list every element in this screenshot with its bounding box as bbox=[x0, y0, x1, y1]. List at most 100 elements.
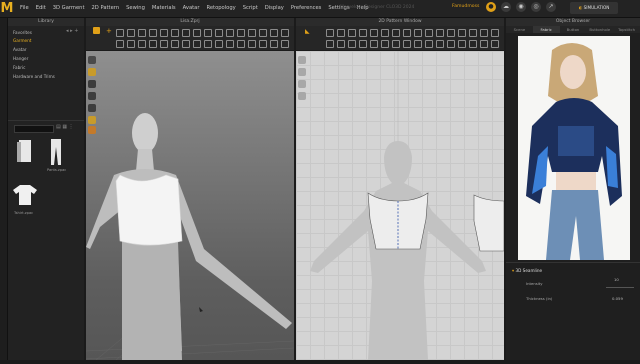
3d-toolbar-tool-icon[interactable] bbox=[281, 40, 289, 48]
pattern-color-icon[interactable] bbox=[298, 68, 306, 76]
3d-toolbar-tool-icon[interactable] bbox=[237, 29, 245, 37]
tab-fabric[interactable]: Fabric bbox=[532, 26, 560, 33]
tshirt-thumbnail[interactable] bbox=[12, 183, 38, 207]
folder-thumbnail[interactable] bbox=[16, 138, 36, 166]
2d-toolbar-tool-icon[interactable] bbox=[458, 29, 466, 37]
menu-edit[interactable]: Edit bbox=[36, 0, 46, 17]
render-icon[interactable] bbox=[88, 126, 96, 134]
3d-toolbar-tool-icon[interactable] bbox=[226, 40, 234, 48]
2d-toolbar-tool-icon[interactable] bbox=[359, 40, 367, 48]
3d-toolbar-tool-icon[interactable] bbox=[171, 29, 179, 37]
pattern-grid-icon[interactable] bbox=[298, 92, 306, 100]
3d-toolbar-tool-icon[interactable] bbox=[116, 40, 124, 48]
menu-preferences[interactable]: Preferences bbox=[291, 0, 322, 17]
3d-toolbar-tool-icon[interactable] bbox=[248, 29, 256, 37]
pattern-info-icon[interactable] bbox=[298, 80, 306, 88]
2d-toolbar-tool-icon[interactable] bbox=[403, 40, 411, 48]
property-section[interactable]: ▾ 3D Seamline bbox=[512, 268, 542, 273]
3d-toolbar-tool-icon[interactable] bbox=[138, 29, 146, 37]
notification-icon[interactable]: ● bbox=[486, 2, 496, 12]
pattern-visibility-icon[interactable] bbox=[298, 56, 306, 64]
2d-toolbar-tool-icon[interactable] bbox=[403, 29, 411, 37]
share-icon[interactable]: ↗ bbox=[546, 2, 556, 12]
3d-toolbar-tool-icon[interactable] bbox=[248, 40, 256, 48]
pants-thumbnail[interactable] bbox=[48, 137, 64, 167]
2d-toolbar-tool-icon[interactable] bbox=[337, 29, 345, 37]
3d-toolbar-tool-icon[interactable] bbox=[149, 29, 157, 37]
tab-scene[interactable]: Scene bbox=[506, 26, 533, 33]
library-item-favorites[interactable]: Favorites bbox=[13, 30, 32, 35]
3d-toolbar-tool-icon[interactable] bbox=[215, 29, 223, 37]
menu-avatar[interactable]: Avatar bbox=[183, 0, 200, 17]
2d-toolbar-tool-icon[interactable] bbox=[447, 29, 455, 37]
library-search-input[interactable] bbox=[14, 125, 54, 133]
library-item-avatar[interactable]: Avatar bbox=[13, 47, 27, 52]
3d-toolbar-tool-icon[interactable] bbox=[160, 29, 168, 37]
avatar-display-icon[interactable] bbox=[88, 68, 96, 76]
garment-display-icon[interactable] bbox=[88, 80, 96, 88]
library-item-hardware[interactable]: Hardware and Trims bbox=[13, 74, 55, 79]
thickness-value[interactable]: 0.059 bbox=[612, 296, 623, 301]
measure-icon[interactable] bbox=[88, 104, 96, 112]
view-gizmo-icon[interactable] bbox=[88, 56, 96, 64]
2d-toolbar-tool-icon[interactable] bbox=[370, 29, 378, 37]
2d-toolbar-tool-icon[interactable] bbox=[414, 29, 422, 37]
tab-buttonhole[interactable]: Buttonhole bbox=[586, 26, 614, 33]
2d-toolbar-tool-icon[interactable] bbox=[337, 40, 345, 48]
2d-toolbar-tool-icon[interactable] bbox=[480, 29, 488, 37]
3d-toolbar-tool-icon[interactable] bbox=[127, 40, 135, 48]
3d-toolbar-tool-icon[interactable] bbox=[204, 29, 212, 37]
2d-toolbar-tool-icon[interactable] bbox=[414, 40, 422, 48]
2d-toolbar-tool-icon[interactable] bbox=[425, 29, 433, 37]
library-item-fabric[interactable]: Fabric bbox=[13, 65, 25, 70]
3d-toolbar-tool-icon[interactable] bbox=[149, 40, 157, 48]
3d-toolbar-tool-icon[interactable] bbox=[281, 29, 289, 37]
eye-icon[interactable]: ◎ bbox=[531, 2, 541, 12]
3d-toolbar-tool-icon[interactable] bbox=[215, 40, 223, 48]
menu-3d-garment[interactable]: 3D Garment bbox=[53, 0, 85, 17]
select-move-tool-icon[interactable] bbox=[93, 27, 100, 34]
3d-toolbar-tool-icon[interactable] bbox=[160, 40, 168, 48]
simulation-button[interactable]: ◐ SIMULATION bbox=[570, 2, 618, 14]
2d-toolbar-tool-icon[interactable] bbox=[326, 29, 334, 37]
menu-sewing[interactable]: Sewing bbox=[126, 0, 145, 17]
2d-toolbar-tool-icon[interactable] bbox=[480, 40, 488, 48]
3d-toolbar-tool-icon[interactable] bbox=[226, 29, 234, 37]
3d-toolbar-tool-icon[interactable] bbox=[270, 40, 278, 48]
3d-toolbar-tool-icon[interactable] bbox=[193, 40, 201, 48]
tab-topstitch[interactable]: Topstitch bbox=[613, 26, 640, 33]
2d-toolbar-tool-icon[interactable] bbox=[469, 40, 477, 48]
3d-toolbar-tool-icon[interactable] bbox=[259, 29, 267, 37]
3d-toolbar-tool-icon[interactable] bbox=[127, 29, 135, 37]
2d-toolbar-tool-icon[interactable] bbox=[491, 29, 499, 37]
2d-toolbar-tool-icon[interactable] bbox=[359, 29, 367, 37]
menu-display[interactable]: Display bbox=[265, 0, 284, 17]
intensity-value[interactable]: 10 bbox=[614, 277, 619, 282]
tab-button[interactable]: Button bbox=[559, 26, 587, 33]
library-nav-icons[interactable]: ◂ ▸ + bbox=[66, 28, 78, 34]
3d-toolbar-tool-icon[interactable] bbox=[259, 40, 267, 48]
library-item-garment[interactable]: Garment bbox=[13, 38, 31, 43]
camera-icon[interactable]: ◉ bbox=[516, 2, 526, 12]
light-icon[interactable] bbox=[88, 116, 96, 124]
3d-toolbar-tool-icon[interactable] bbox=[237, 40, 245, 48]
2d-toolbar-tool-icon[interactable] bbox=[381, 40, 389, 48]
menu-file[interactable]: File bbox=[20, 0, 29, 17]
user-name[interactable]: Famudmoss bbox=[452, 4, 479, 9]
2d-toolbar-tool-icon[interactable] bbox=[348, 29, 356, 37]
menu-retopology[interactable]: Retopology bbox=[206, 0, 235, 17]
3d-toolbar-tool-icon[interactable] bbox=[182, 40, 190, 48]
2d-toolbar-tool-icon[interactable] bbox=[458, 40, 466, 48]
3d-toolbar-tool-icon[interactable] bbox=[171, 40, 179, 48]
2d-toolbar-tool-icon[interactable] bbox=[447, 40, 455, 48]
menu-script[interactable]: Script bbox=[243, 0, 258, 17]
2d-toolbar-tool-icon[interactable] bbox=[491, 40, 499, 48]
2d-toolbar-tool-icon[interactable] bbox=[381, 29, 389, 37]
cloud-icon[interactable]: ☁ bbox=[501, 2, 511, 12]
2d-toolbar-tool-icon[interactable] bbox=[425, 40, 433, 48]
3d-toolbar-tool-icon[interactable] bbox=[182, 29, 190, 37]
intensity-slider[interactable] bbox=[606, 287, 634, 288]
2d-toolbar-tool-icon[interactable] bbox=[469, 29, 477, 37]
library-item-hanger[interactable]: Hanger bbox=[13, 56, 28, 61]
2d-toolbar-tool-icon[interactable] bbox=[348, 40, 356, 48]
